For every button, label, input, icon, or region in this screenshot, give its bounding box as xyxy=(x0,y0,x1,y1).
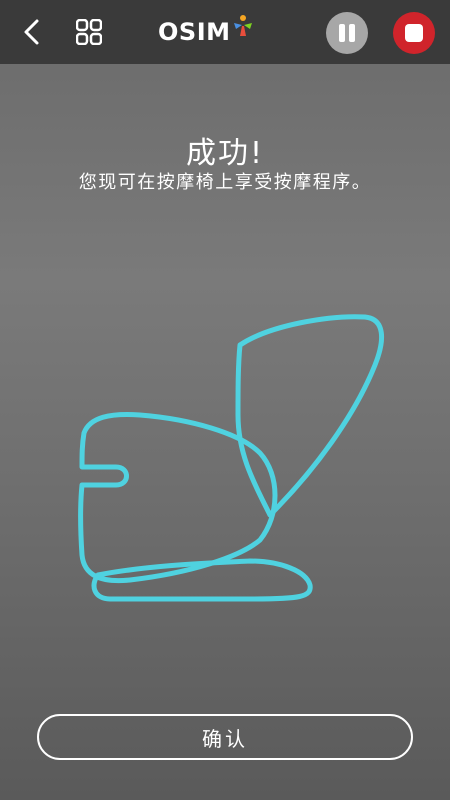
back-button[interactable] xyxy=(18,17,48,47)
stop-icon xyxy=(405,24,423,42)
confirm-button[interactable]: 确认 xyxy=(37,714,413,760)
page-title: 成功! xyxy=(185,136,265,171)
chevron-left-icon xyxy=(24,19,39,45)
top-bar: OSIM xyxy=(0,0,450,64)
logo-text: OSIM xyxy=(158,18,231,46)
massage-chair-illustration xyxy=(78,314,385,602)
menu-button[interactable] xyxy=(75,18,103,46)
stop-button[interactable] xyxy=(393,12,435,54)
page-subtitle: 您现可在按摩椅上享受按摩程序。 xyxy=(78,172,372,193)
osim-logo: OSIM xyxy=(158,12,255,52)
osim-figure-logo xyxy=(233,15,252,36)
pause-icon xyxy=(339,24,355,42)
grid-icon xyxy=(75,18,103,46)
pause-button[interactable] xyxy=(326,12,368,54)
chair-backrest xyxy=(235,314,385,518)
chair-seat xyxy=(78,412,278,584)
